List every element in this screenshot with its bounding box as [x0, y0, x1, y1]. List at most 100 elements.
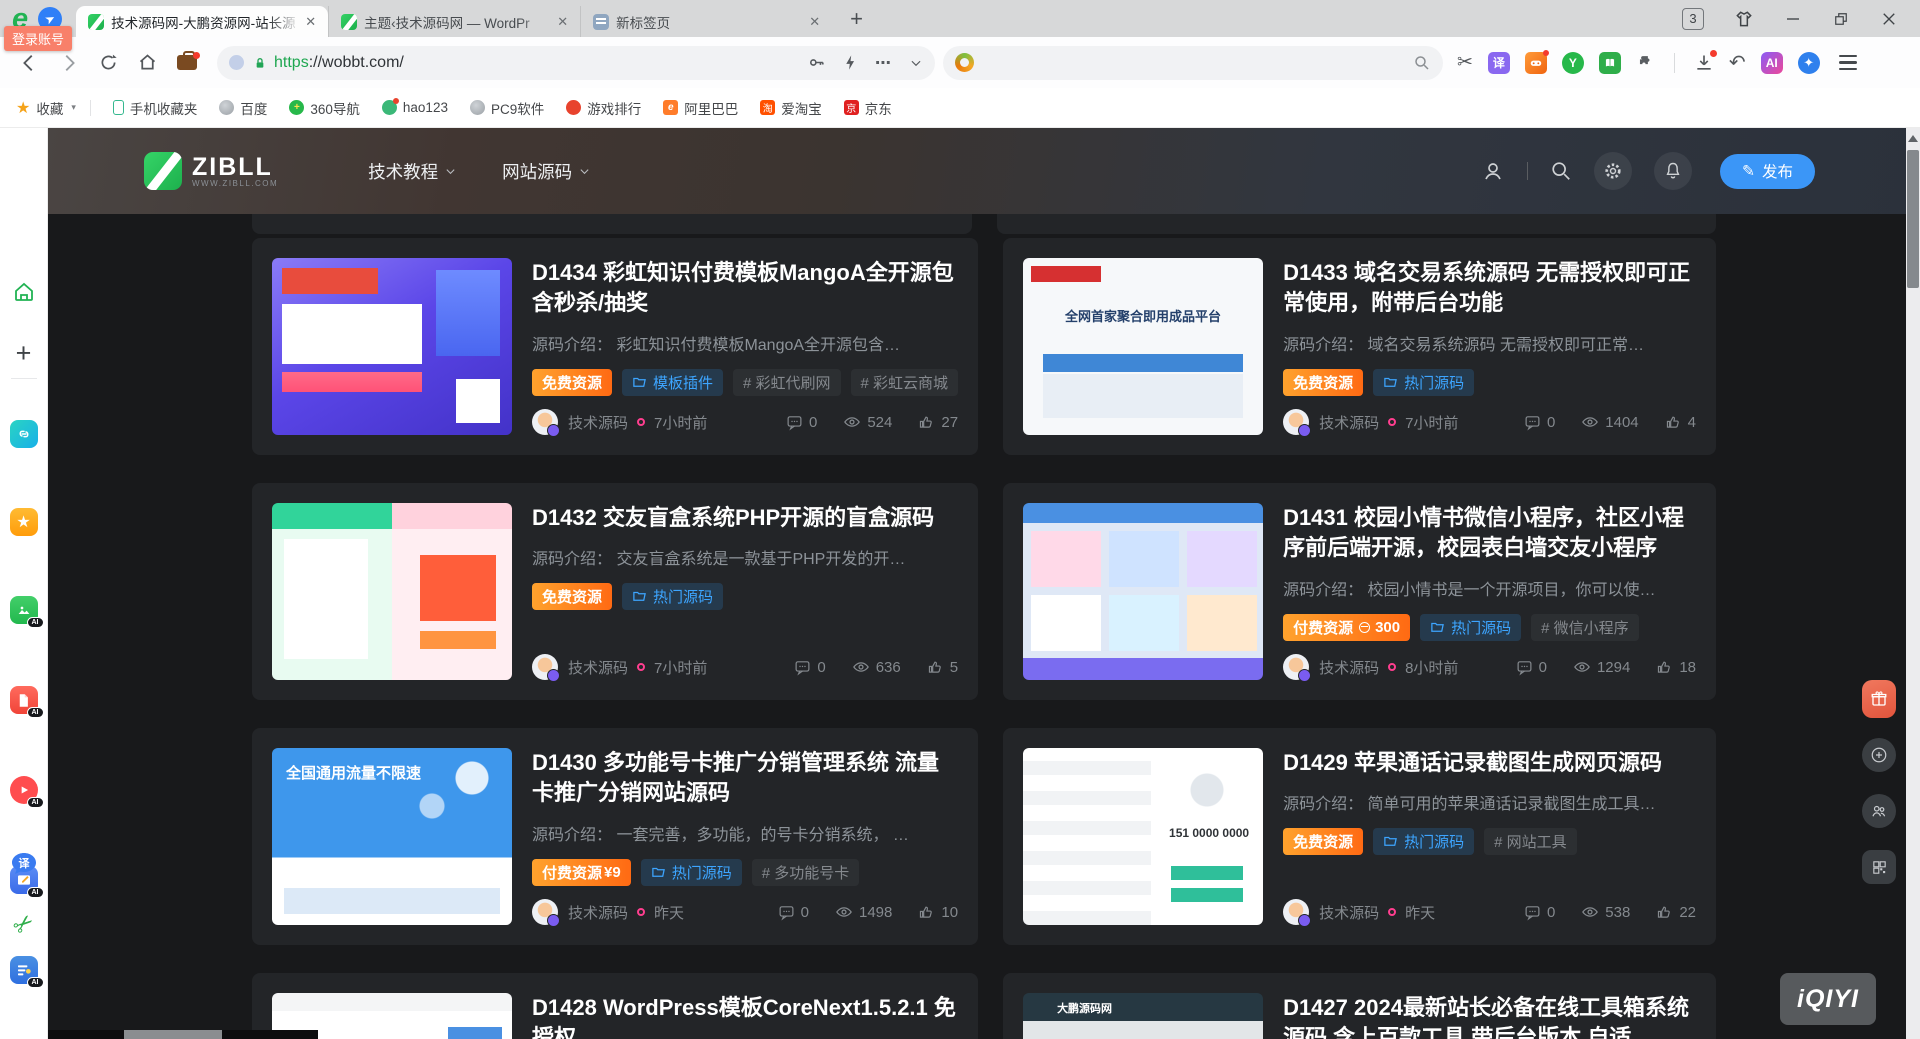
screenshot-scissors-icon[interactable]: ✂ [1457, 51, 1473, 74]
gift-float-button[interactable] [1862, 680, 1896, 718]
theme-skin-icon[interactable] [1734, 9, 1754, 29]
bookmark-item[interactable]: e 阿里巴巴 [663, 98, 738, 118]
post-title[interactable]: D1434 彩虹知识付费模板MangoA全开源包含秒杀/抽奖 [532, 258, 958, 319]
restore-button[interactable] [1832, 10, 1850, 28]
author-name[interactable]: 技术源码 [568, 902, 628, 923]
translate-extension-icon[interactable]: 译 [1488, 52, 1510, 74]
bookmark-item[interactable]: hao123 [382, 100, 448, 115]
nav-item[interactable]: 技术教程 [368, 159, 456, 184]
price-badge[interactable]: 免费资源 [1283, 828, 1363, 855]
browser-tab[interactable]: 主题‹技术源码网 — WordPr ✕ [328, 6, 580, 37]
favorites-star-icon[interactable]: ★ [10, 508, 38, 536]
author-name[interactable]: 技术源码 [1319, 902, 1379, 923]
site-logo[interactable]: ZIBLL WWW.ZIBLL.COM [144, 152, 278, 190]
likes-stat[interactable]: 5 [927, 659, 958, 676]
back-button[interactable] [18, 52, 40, 74]
game-center-icon[interactable] [1525, 52, 1547, 74]
category-badge[interactable]: 热门源码 [1373, 828, 1474, 855]
clip-scissors-icon[interactable]: ✂ [6, 907, 40, 942]
downloads-icon[interactable] [1694, 53, 1714, 73]
bookmarks-dropdown-caret[interactable]: ▾ [71, 102, 76, 113]
hashtag-badge[interactable]: # 彩虹云商城 [851, 369, 959, 396]
likes-stat[interactable]: 22 [1656, 904, 1696, 921]
post-thumbnail[interactable] [272, 503, 512, 680]
new-tab-button[interactable]: + [844, 4, 869, 34]
ai-video-icon[interactable]: AI [10, 776, 38, 804]
category-badge[interactable]: 模板插件 [622, 369, 723, 396]
extensions-puzzle-icon[interactable] [1636, 53, 1655, 72]
tab-count-badge[interactable]: 3 [1682, 8, 1704, 30]
post-title[interactable]: D1428 WordPress模板CoreNext1.5.2.1 免授权 [532, 993, 958, 1039]
hashtag-badge[interactable]: # 彩虹代刷网 [733, 369, 841, 396]
likes-stat[interactable]: 18 [1656, 659, 1696, 676]
post-thumbnail[interactable] [1023, 503, 1263, 680]
post-card[interactable]: NEXT CorePress D1428 WordPress模板CoreNext… [252, 973, 978, 1039]
browser-tab[interactable]: 新标签页 ✕ [580, 6, 832, 37]
notifications-bell-icon[interactable] [1654, 152, 1692, 190]
post-card[interactable]: D1432 交友盲盒系统PHP开源的盲盒源码 源码介绍： 交友盲盒系统是一款基于… [252, 483, 978, 700]
browser-tab[interactable]: 技术源码网-大鹏资源网-站长源 ✕ [76, 6, 328, 37]
site-search-icon[interactable] [1550, 160, 1572, 182]
post-card[interactable]: 151 0000 0000 D1429 苹果通话记录截图生成网页源码 源码介绍：… [1003, 728, 1716, 945]
add-float-button[interactable] [1862, 738, 1896, 772]
bookmark-item[interactable]: 京 京东 [844, 98, 892, 118]
category-badge[interactable]: 热门源码 [641, 859, 742, 886]
qr-code-float-button[interactable] [1862, 850, 1896, 884]
author-avatar[interactable] [532, 654, 558, 680]
post-title[interactable]: D1433 域名交易系统源码 无需授权即可正常使用，附带后台功能 [1283, 258, 1696, 319]
author-avatar[interactable] [532, 409, 558, 435]
ai-image-icon[interactable]: AI [10, 596, 38, 624]
bookmark-item[interactable]: 淘 爱淘宝 [760, 98, 822, 118]
post-thumbnail[interactable] [272, 258, 512, 435]
post-title[interactable]: D1432 交友盲盒系统PHP开源的盲盒源码 [532, 503, 958, 533]
undo-restore-icon[interactable]: ↶ [1729, 54, 1746, 72]
bookmark-item[interactable]: ★ 收藏 ▾ [16, 98, 76, 118]
author-name[interactable]: 技术源码 [1319, 657, 1379, 678]
menu-icon[interactable] [1839, 55, 1857, 70]
tab-close-icon[interactable]: ✕ [301, 14, 320, 30]
ai-assistant-icon[interactable]: AI [1761, 52, 1783, 74]
author-avatar[interactable] [1283, 899, 1309, 925]
author-avatar[interactable] [532, 899, 558, 925]
post-title[interactable]: D1431 校园小情书微信小程序，社区小程序前后端开源，校园表白墙交友小程序 [1283, 503, 1696, 564]
login-account-tooltip[interactable]: 登录账号 [4, 26, 72, 51]
price-badge[interactable]: 免费资源 [1283, 369, 1363, 396]
password-key-icon[interactable] [807, 53, 826, 72]
author-name[interactable]: 技术源码 [1319, 412, 1379, 433]
community-float-button[interactable] [1862, 794, 1896, 828]
bookmark-item[interactable]: 百度 [219, 98, 267, 118]
post-title[interactable]: D1430 多功能号卡推广分销管理系统 流量卡推广分销网站源码 [532, 748, 958, 809]
post-card[interactable]: 大鹏源码网 D1427 2024最新站长必备在线工具箱系统源码 含上百款工具 带… [1003, 973, 1716, 1039]
post-card[interactable]: D1434 彩虹知识付费模板MangoA全开源包含秒杀/抽奖 源码介绍： 彩虹知… [252, 238, 978, 455]
tab-close-icon[interactable]: ✕ [553, 14, 572, 30]
bookmark-item[interactable]: + 360导航 [289, 98, 360, 118]
search-box[interactable] [943, 46, 1443, 80]
price-badge[interactable]: 免费资源 [532, 369, 612, 396]
tab-close-icon[interactable]: ✕ [805, 14, 824, 30]
reading-mode-icon[interactable] [1599, 52, 1621, 74]
post-thumbnail[interactable]: 全国通用流量不限速 [272, 748, 512, 925]
home-icon[interactable] [12, 280, 36, 304]
browser-assistant-icon[interactable]: ✦ [1798, 52, 1820, 74]
y-assistant-icon[interactable]: Y [1562, 52, 1584, 74]
address-bar[interactable]: https://wobbt.com/ ⋯ [217, 46, 935, 80]
likes-stat[interactable]: 10 [918, 904, 958, 921]
likes-stat[interactable]: 27 [918, 414, 958, 431]
nav-item[interactable]: 网站源码 [502, 159, 590, 184]
post-title[interactable]: D1427 2024最新站长必备在线工具箱系统源码 含上百款工具 带后台版本 自… [1283, 993, 1696, 1039]
post-card[interactable]: 全国通用流量不限速 D1430 多功能号卡推广分销管理系统 流量卡推广分销网站源… [252, 728, 978, 945]
close-button[interactable] [1880, 10, 1898, 28]
scrollbar-thumb[interactable] [1907, 150, 1919, 288]
bookmark-item[interactable]: PC9软件 [470, 98, 544, 118]
post-thumbnail[interactable]: 大鹏源码网 [1023, 993, 1263, 1039]
refresh-button[interactable] [98, 52, 119, 73]
add-panel-icon[interactable]: + [16, 338, 32, 369]
ai-pdf-icon[interactable]: AI [10, 686, 38, 714]
user-login-icon[interactable] [1481, 159, 1505, 183]
translate-bubble-icon[interactable]: 译 [10, 850, 38, 878]
post-thumbnail[interactable]: 全网首家聚合即用成品平台 [1023, 258, 1263, 435]
category-badge[interactable]: 热门源码 [622, 583, 723, 610]
page-scrollbar[interactable] [1906, 128, 1920, 1039]
forward-button[interactable] [58, 52, 80, 74]
hashtag-badge[interactable]: # 多功能号卡 [752, 859, 860, 886]
